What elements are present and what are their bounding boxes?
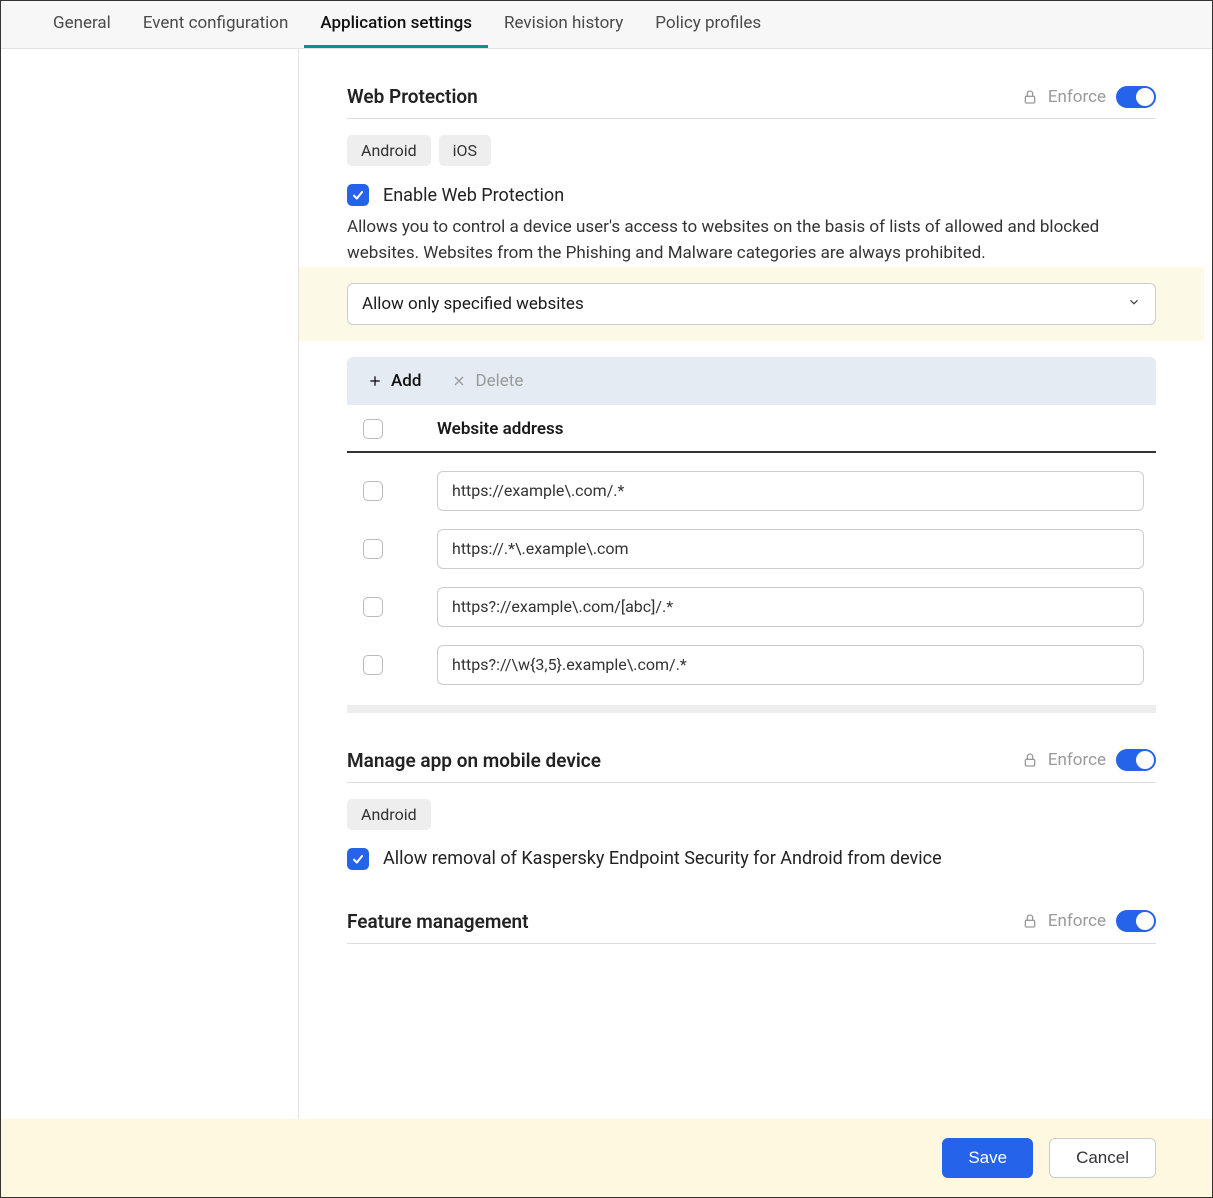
table-toolbar: Add Delete bbox=[347, 357, 1156, 405]
section-header-web-protection: Web Protection Enforce bbox=[347, 85, 1156, 119]
web-protection-mode-select[interactable]: Allow only specified websites bbox=[347, 283, 1156, 325]
allow-removal-checkbox[interactable] bbox=[347, 848, 369, 870]
section-header-manage-app: Manage app on mobile device Enforce bbox=[347, 749, 1156, 783]
table-row bbox=[347, 569, 1156, 627]
lock-icon bbox=[1022, 88, 1038, 106]
row-checkbox[interactable] bbox=[363, 655, 383, 675]
website-address-input[interactable] bbox=[437, 587, 1144, 627]
row-checkbox[interactable] bbox=[363, 481, 383, 501]
row-checkbox[interactable] bbox=[363, 539, 383, 559]
table-scrollbar[interactable] bbox=[347, 705, 1156, 713]
web-protection-description: Allows you to control a device user's ac… bbox=[347, 214, 1156, 267]
table-header: Website address bbox=[347, 405, 1156, 453]
website-address-input[interactable] bbox=[437, 645, 1144, 685]
lock-icon bbox=[1022, 912, 1038, 930]
table-row bbox=[347, 453, 1156, 511]
enable-web-protection-label: Enable Web Protection bbox=[383, 185, 564, 206]
select-value: Allow only specified websites bbox=[362, 294, 584, 314]
tab-policy-profiles[interactable]: Policy profiles bbox=[639, 1, 777, 48]
allow-removal-label: Allow removal of Kaspersky Endpoint Secu… bbox=[383, 848, 942, 869]
enforce-label: Enforce bbox=[1048, 911, 1106, 931]
website-address-input[interactable] bbox=[437, 471, 1144, 511]
enable-web-protection-checkbox[interactable] bbox=[347, 184, 369, 206]
tab-bar: General Event configuration Application … bbox=[1, 1, 1212, 49]
sidebar bbox=[1, 49, 299, 1119]
add-button[interactable]: Add bbox=[367, 371, 421, 391]
tab-event-configuration[interactable]: Event configuration bbox=[127, 1, 305, 48]
column-header-address: Website address bbox=[437, 419, 1144, 439]
tab-revision-history[interactable]: Revision history bbox=[488, 1, 639, 48]
tab-application-settings[interactable]: Application settings bbox=[304, 1, 488, 48]
section-title: Web Protection bbox=[347, 85, 478, 108]
save-button[interactable]: Save bbox=[942, 1138, 1033, 1178]
footer-bar: Save Cancel bbox=[1, 1119, 1212, 1197]
section-header-feature-management: Feature management Enforce bbox=[347, 910, 1156, 944]
main-content: Web Protection Enforce Android iOS Enabl… bbox=[299, 49, 1212, 1119]
website-address-input[interactable] bbox=[437, 529, 1144, 569]
enforce-label: Enforce bbox=[1048, 87, 1106, 107]
section-title: Manage app on mobile device bbox=[347, 749, 601, 772]
enforce-toggle[interactable] bbox=[1116, 910, 1156, 932]
table-row bbox=[347, 511, 1156, 569]
enforce-toggle[interactable] bbox=[1116, 749, 1156, 771]
delete-button[interactable]: Delete bbox=[451, 371, 523, 391]
cancel-button[interactable]: Cancel bbox=[1049, 1138, 1156, 1178]
enforce-label: Enforce bbox=[1048, 750, 1106, 770]
lock-icon bbox=[1022, 751, 1038, 769]
select-all-checkbox[interactable] bbox=[363, 419, 383, 439]
chevron-down-icon bbox=[1127, 294, 1141, 314]
tab-general[interactable]: General bbox=[37, 1, 127, 48]
enforce-toggle[interactable] bbox=[1116, 86, 1156, 108]
pill-android[interactable]: Android bbox=[347, 799, 431, 830]
row-checkbox[interactable] bbox=[363, 597, 383, 617]
section-title: Feature management bbox=[347, 910, 529, 933]
pill-android[interactable]: Android bbox=[347, 135, 431, 166]
table-row bbox=[347, 627, 1156, 685]
pill-ios[interactable]: iOS bbox=[439, 135, 491, 166]
